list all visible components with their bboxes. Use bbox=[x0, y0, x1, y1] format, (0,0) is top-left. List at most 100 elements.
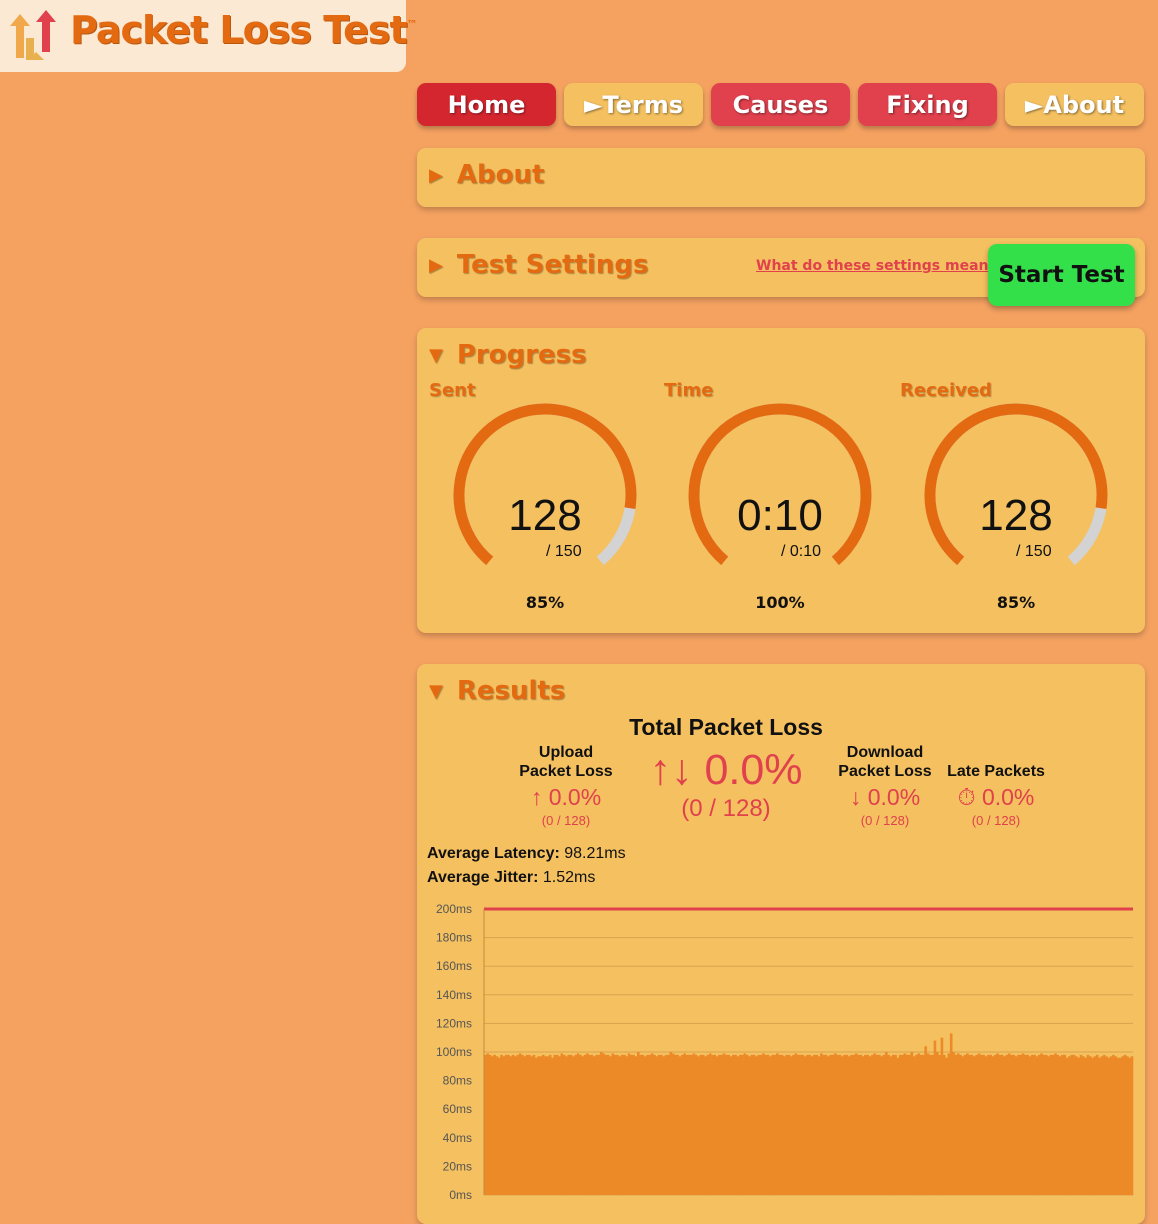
chart-bar bbox=[502, 1056, 506, 1195]
chart-bar bbox=[562, 1054, 566, 1195]
chart-bar bbox=[697, 1056, 700, 1195]
chart-bar bbox=[843, 1054, 846, 1195]
chart-bar bbox=[511, 1054, 515, 1195]
chart-bar bbox=[678, 1056, 682, 1195]
chart-bar bbox=[817, 1056, 821, 1195]
chart-bar bbox=[585, 1053, 589, 1195]
chart-bar bbox=[880, 1056, 883, 1195]
chart-bar bbox=[711, 1054, 714, 1195]
chart-bar bbox=[602, 1053, 605, 1195]
settings-help-link[interactable]: What do these settings mean? bbox=[756, 258, 997, 274]
chart-bar bbox=[1077, 1057, 1080, 1195]
start-test-button[interactable]: Start Test bbox=[988, 244, 1135, 306]
chart-bar bbox=[785, 1054, 788, 1195]
chart-bar bbox=[727, 1054, 730, 1195]
chart-bar bbox=[933, 1040, 937, 1195]
nav-terms-button[interactable]: ►Terms bbox=[564, 83, 703, 126]
chart-bar bbox=[926, 1053, 930, 1195]
chart-bar bbox=[1088, 1056, 1092, 1195]
chart-bar bbox=[734, 1054, 737, 1195]
chart-bar bbox=[789, 1056, 793, 1195]
chart-bar bbox=[891, 1054, 895, 1195]
chart-bar bbox=[1091, 1057, 1094, 1195]
nav-fixing-button[interactable]: Fixing bbox=[858, 83, 997, 126]
chart-bar bbox=[560, 1053, 564, 1195]
chart-bar bbox=[973, 1056, 976, 1195]
chart-bar bbox=[882, 1054, 886, 1195]
chart-bar bbox=[1105, 1056, 1108, 1195]
chart-bar bbox=[616, 1054, 619, 1195]
chart-bar bbox=[553, 1054, 557, 1195]
chart-bar bbox=[752, 1054, 756, 1195]
nav-about-button[interactable]: ►About bbox=[1005, 83, 1144, 126]
chart-bar bbox=[970, 1054, 974, 1195]
chart-bar bbox=[810, 1056, 814, 1195]
chart-bar bbox=[588, 1054, 591, 1195]
chart-bar bbox=[1054, 1053, 1057, 1195]
chart-bar bbox=[952, 1052, 955, 1195]
results-panel-toggle[interactable]: ▼ Results bbox=[429, 676, 565, 706]
chart-bar bbox=[919, 1054, 923, 1195]
chart-bar bbox=[1121, 1056, 1125, 1195]
total-packet-loss-title: Total Packet Loss bbox=[629, 714, 823, 740]
chart-bar bbox=[831, 1054, 835, 1195]
chart-bar bbox=[704, 1056, 707, 1195]
progress-panel-toggle[interactable]: ▼ Progress bbox=[429, 340, 587, 370]
chart-bar bbox=[861, 1056, 865, 1195]
chart-bar bbox=[1095, 1054, 1099, 1195]
upload-loss-value: ↑ 0.0% bbox=[530, 784, 602, 810]
chart-bar bbox=[857, 1054, 860, 1195]
chart-bar bbox=[859, 1054, 863, 1195]
chart-bar bbox=[771, 1054, 775, 1195]
chart-bar bbox=[648, 1054, 652, 1195]
site-logo[interactable]: Packet Loss Test™ bbox=[0, 0, 418, 72]
average-latency: Average Latency: 98.21ms bbox=[427, 845, 626, 863]
chart-bar bbox=[827, 1056, 830, 1195]
nav-causes-button[interactable]: Causes bbox=[711, 83, 850, 126]
chart-bar bbox=[998, 1054, 1002, 1195]
chart-bar bbox=[555, 1054, 559, 1195]
chart-bar bbox=[660, 1054, 663, 1195]
chart-bar bbox=[592, 1056, 596, 1195]
chart-bar bbox=[488, 1054, 492, 1195]
gauge-sent-percent: 85% bbox=[525, 593, 565, 612]
chart-bar bbox=[1109, 1056, 1113, 1195]
gauge-time-label: Time bbox=[664, 380, 714, 401]
chart-bar bbox=[1040, 1053, 1043, 1195]
average-latency-label: Average Latency: bbox=[427, 845, 560, 862]
about-panel-toggle[interactable]: ▶ About bbox=[429, 160, 544, 190]
chart-bar bbox=[576, 1053, 580, 1195]
collapse-triangle-icon: ▼ bbox=[429, 344, 443, 366]
chart-bar bbox=[486, 1053, 489, 1195]
about-panel: ▶ About bbox=[417, 148, 1145, 207]
chart-bar bbox=[1021, 1053, 1025, 1195]
chart-bar bbox=[894, 1054, 897, 1195]
chart-bar bbox=[915, 1054, 918, 1195]
chart-bar bbox=[1128, 1057, 1131, 1195]
upload-label-line1: Upload bbox=[538, 744, 594, 761]
chart-bar bbox=[815, 1054, 819, 1195]
download-label-line1: Download bbox=[846, 744, 924, 761]
gauge-received-percent: 85% bbox=[996, 593, 1036, 612]
collapse-triangle-icon: ▼ bbox=[429, 680, 443, 702]
upload-loss-count: (0 / 128) bbox=[541, 813, 591, 828]
chart-bar bbox=[1093, 1056, 1097, 1195]
chart-bar bbox=[975, 1054, 979, 1195]
chart-bar bbox=[701, 1054, 705, 1195]
chart-bar bbox=[581, 1056, 584, 1195]
chart-bar bbox=[940, 1037, 944, 1195]
late-packets-stat: Late Packets ⏱ 0.0% (0 / 128) bbox=[941, 762, 1051, 828]
chart-bar bbox=[806, 1054, 809, 1195]
chart-y-tick-label: 100ms bbox=[436, 1045, 472, 1059]
chart-bar bbox=[738, 1054, 742, 1195]
chart-bar bbox=[989, 1054, 992, 1195]
chart-bar bbox=[692, 1053, 696, 1195]
chart-bar bbox=[541, 1054, 545, 1195]
gauge-sent-value: 128 bbox=[508, 491, 582, 540]
test-settings-toggle[interactable]: ▶ Test Settings bbox=[429, 250, 648, 280]
chart-bar bbox=[732, 1054, 735, 1195]
chart-bar bbox=[1116, 1057, 1120, 1195]
nav-home-button[interactable]: Home bbox=[417, 83, 556, 126]
chart-bar bbox=[1123, 1054, 1127, 1195]
arrows-logo-icon bbox=[10, 10, 56, 60]
